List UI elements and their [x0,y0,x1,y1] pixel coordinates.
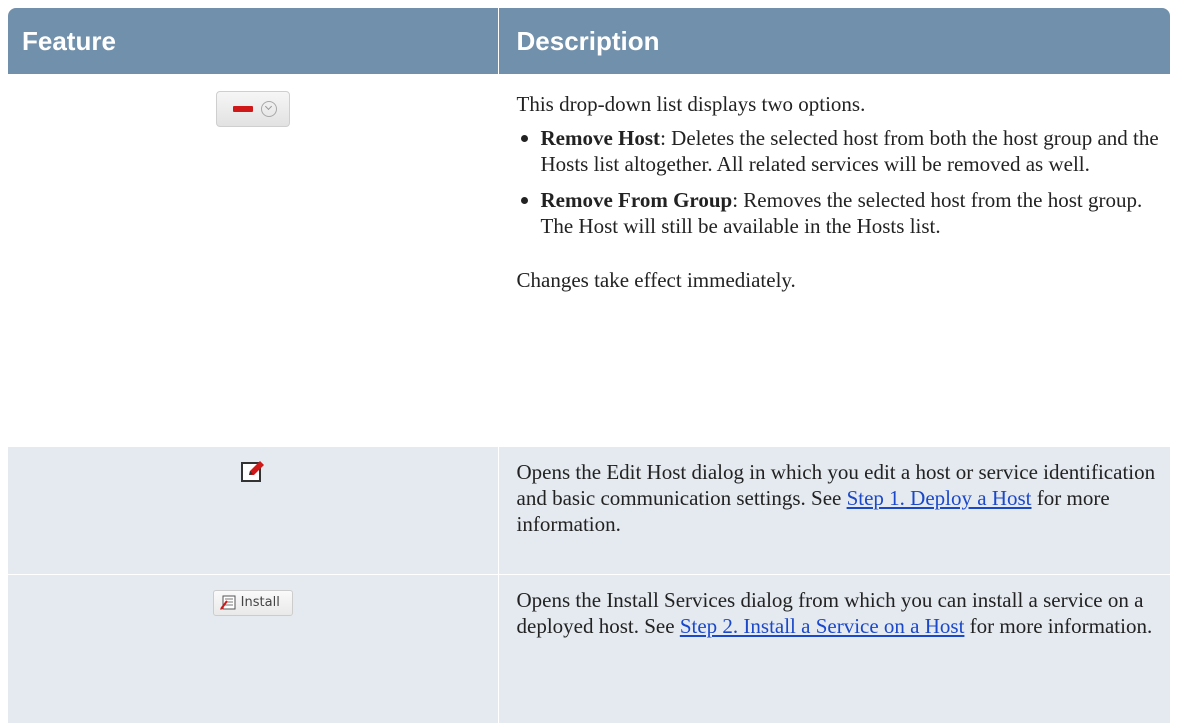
chevron-down-icon [260,101,277,117]
option-term: Remove Host [540,126,661,150]
description-cell-remove: This drop-down list displays two options… [497,74,1170,447]
table-row-remove: This drop-down list displays two options… [8,74,1170,447]
remove-minus-icon [232,106,253,112]
feature-cell-install: Install [8,574,498,723]
remove-dropdown-button[interactable] [215,91,290,127]
description-cell-install: Opens the Install Services dialog from w… [497,574,1170,723]
feature-table: Feature Description This drop-down list … [8,8,1170,723]
install-icon [219,595,236,610]
remove-intro-text: This drop-down list displays two options… [516,92,866,116]
bullet [520,197,528,204]
edit-pencil-icon[interactable] [240,460,265,488]
remove-options-list: Remove Host: Deletes the selected host f… [517,125,1161,239]
description-cell-edit: Opens the Edit Host dialog in which you … [497,447,1170,575]
install-description-suffix: for more information. [964,613,1153,638]
description-column-header: Description [497,8,1170,74]
deploy-host-link[interactable]: Step 1. Deploy a Host [847,486,1032,510]
remove-outro-text: Changes take effect immediately. [516,268,796,292]
feature-cell-remove [8,74,498,447]
list-item: Remove Host: Deletes the selected host f… [517,125,1161,177]
install-button[interactable]: Install [212,589,293,616]
table-row-install: Install Opens the Install Services dialo… [8,574,1170,723]
bullet [520,135,528,142]
list-item: Remove From Group: Removes the selected … [517,187,1161,239]
feature-column-header: Feature [8,8,498,74]
table-header-row: Feature Description [8,8,1170,74]
feature-cell-edit [8,447,498,575]
option-term: Remove From Group [540,188,733,212]
install-button-label: Install [240,594,280,610]
table-row-edit: Opens the Edit Host dialog in which you … [8,447,1170,575]
install-service-link[interactable]: Step 2. Install a Service on a Host [680,614,965,638]
